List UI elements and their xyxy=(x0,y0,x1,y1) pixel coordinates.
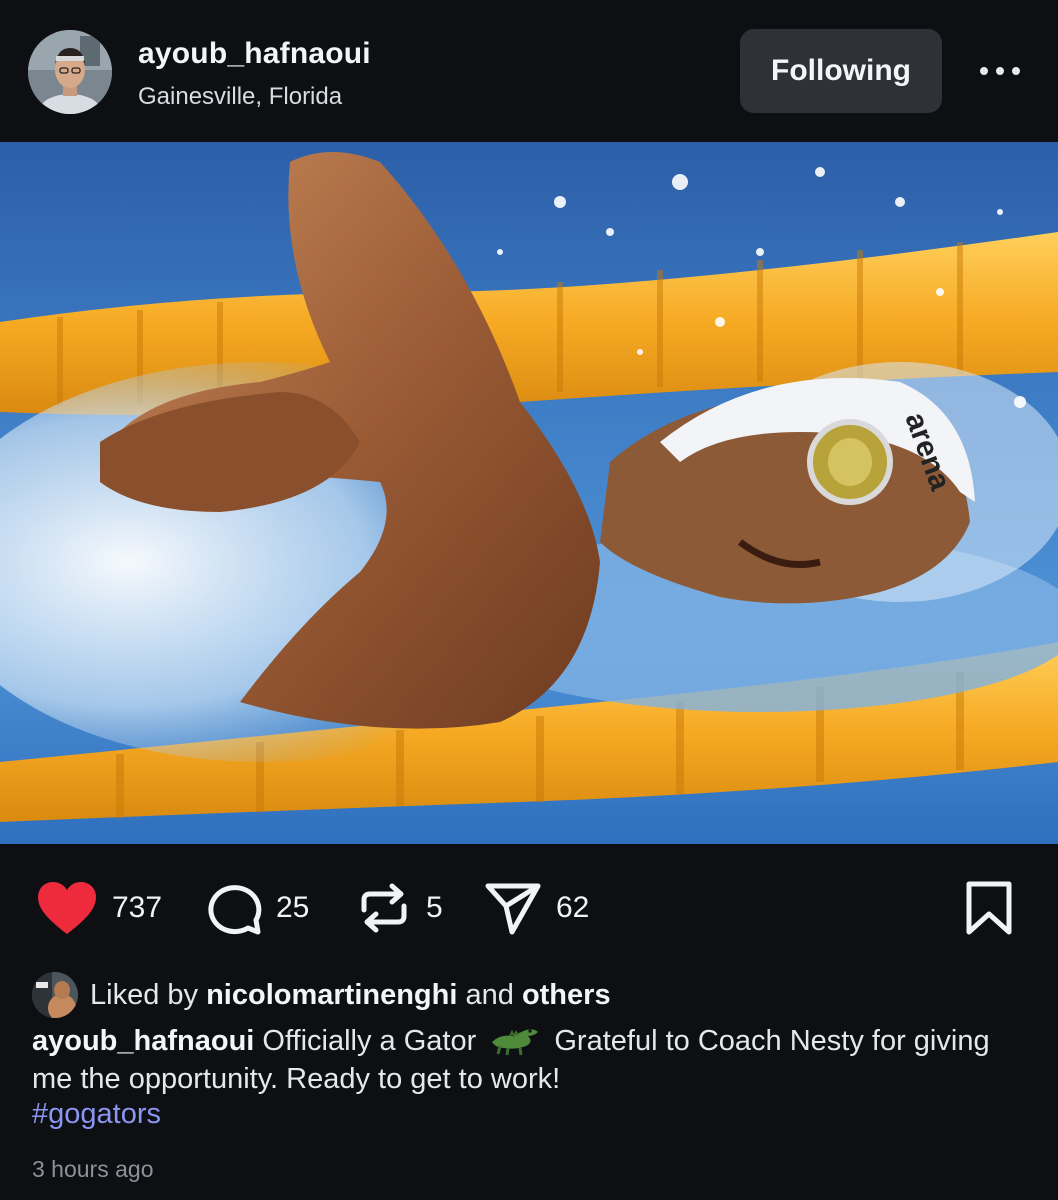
author-avatar[interactable] xyxy=(28,30,112,114)
author-location[interactable]: Gainesville, Florida xyxy=(138,83,342,111)
post-photo[interactable]: arena xyxy=(0,142,1058,844)
hashtag-link[interactable]: #gogators xyxy=(32,1098,161,1131)
caption-username[interactable]: ayoub_hafnaoui xyxy=(32,1025,254,1057)
avatar-image xyxy=(28,30,112,114)
post: ayoub_hafnaoui Gainesville, Florida Foll… xyxy=(0,0,1058,1200)
liked-by-avatar-image xyxy=(32,972,78,1018)
more-icon[interactable] xyxy=(972,50,1028,92)
crocodile-emoji xyxy=(492,1029,539,1056)
action-bar: 737 25 5 62 xyxy=(0,844,1058,964)
comment-icon[interactable] xyxy=(206,880,262,936)
post-header: ayoub_hafnaoui Gainesville, Florida Foll… xyxy=(0,0,1058,142)
following-button[interactable]: Following xyxy=(740,29,942,113)
liked-by-others[interactable]: others xyxy=(522,979,611,1011)
liked-by-text: Liked by nicolomartinenghi and others xyxy=(90,979,611,1012)
comment-count: 25 xyxy=(276,891,310,924)
liked-by-user[interactable]: nicolomartinenghi xyxy=(206,979,457,1011)
liked-by-joiner: and xyxy=(465,978,514,1011)
repost-action[interactable]: 5 xyxy=(356,880,443,936)
bookmark-icon[interactable] xyxy=(964,880,1014,936)
like-count: 737 xyxy=(112,891,163,924)
liked-by-avatar[interactable] xyxy=(32,972,78,1018)
comment-action[interactable]: 25 xyxy=(206,880,309,936)
post-timestamp: 3 hours ago xyxy=(32,1156,154,1182)
more-dot xyxy=(980,67,988,75)
repost-icon[interactable] xyxy=(356,880,412,936)
repost-count: 5 xyxy=(426,891,443,924)
heart-icon[interactable] xyxy=(36,880,98,936)
caption-text-start: Officially a Gator xyxy=(262,1025,477,1057)
liked-by-prefix: Liked by xyxy=(90,978,199,1011)
post-caption: ayoub_hafnaoui Officially a Gator Gratef… xyxy=(32,1020,1032,1098)
send-icon[interactable] xyxy=(484,880,542,936)
liked-by-row[interactable]: Liked by nicolomartinenghi and others xyxy=(32,972,611,1018)
more-dot xyxy=(996,67,1004,75)
share-count: 62 xyxy=(556,891,590,924)
like-action[interactable]: 737 xyxy=(36,880,162,936)
share-action[interactable]: 62 xyxy=(484,880,589,936)
swimmer-photo: arena xyxy=(0,142,1058,844)
more-dot xyxy=(1012,67,1020,75)
author-username[interactable]: ayoub_hafnaoui xyxy=(138,37,371,71)
